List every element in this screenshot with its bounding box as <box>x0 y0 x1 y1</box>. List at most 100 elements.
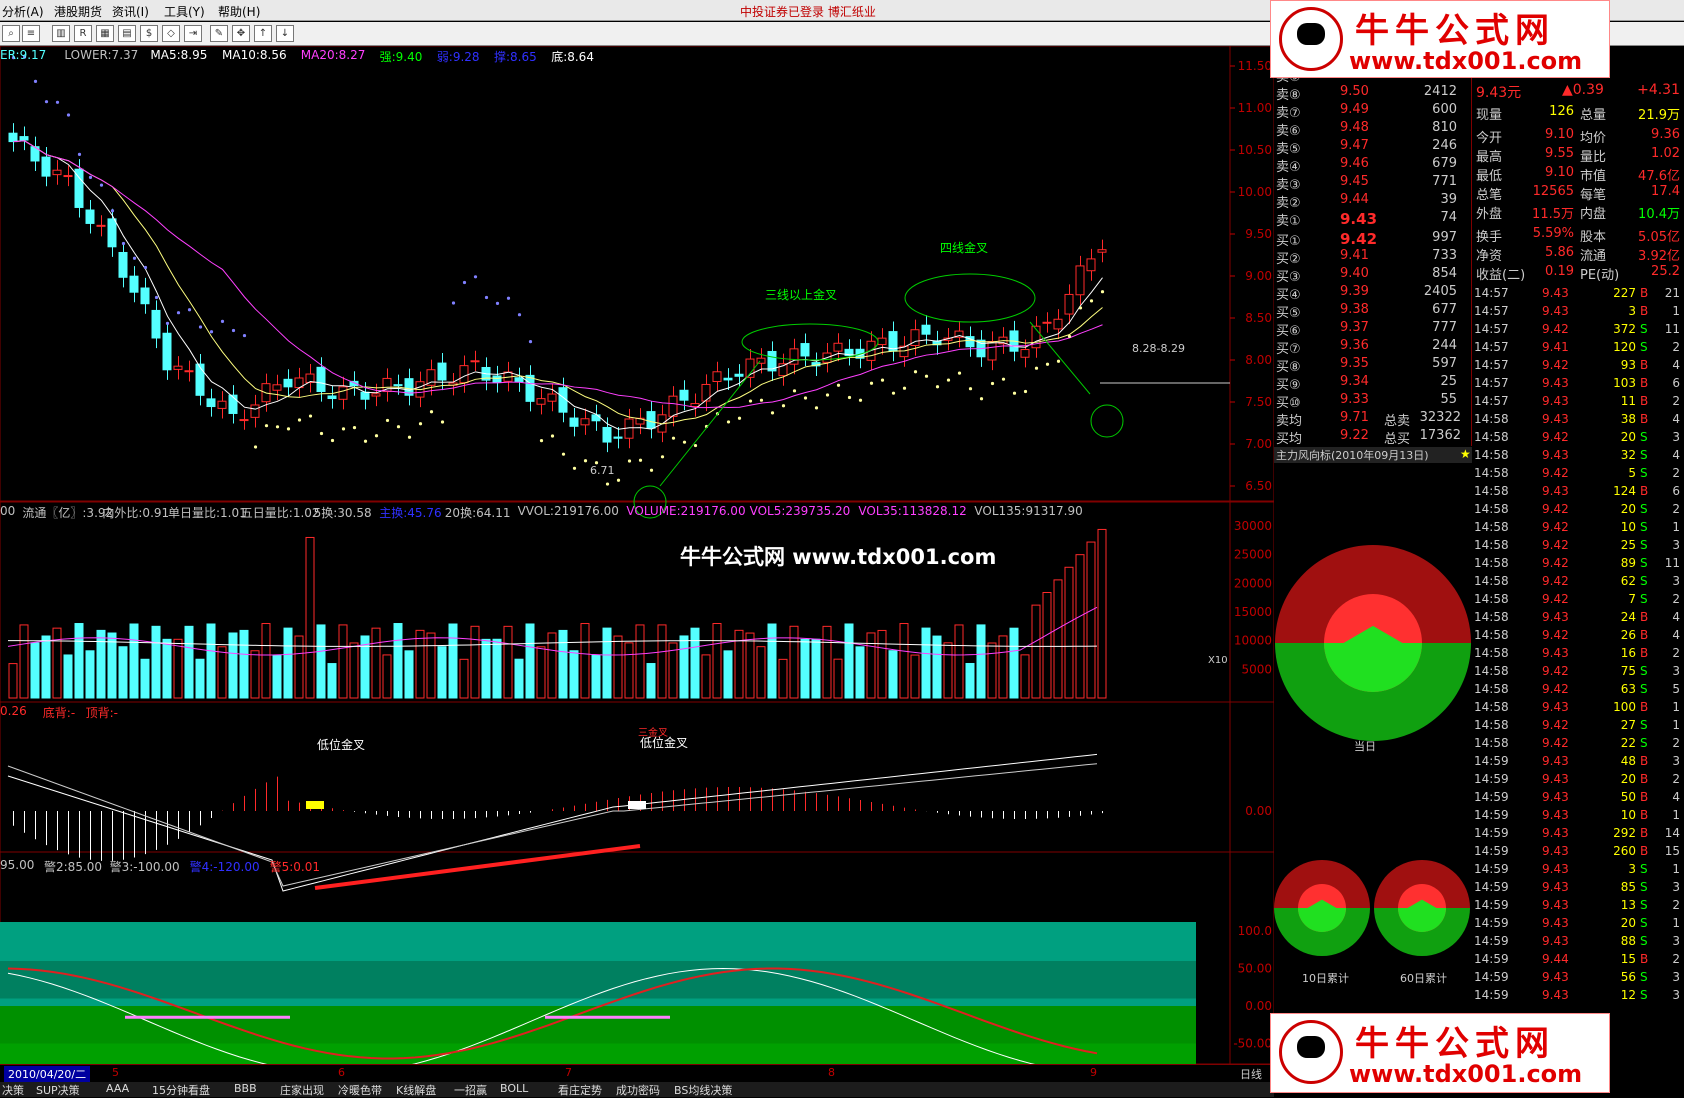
menu-tools[interactable]: 工具(Y) <box>164 3 205 20</box>
annotation-ellipse <box>904 273 1036 323</box>
volume-bar <box>184 625 194 699</box>
tick-price: 9.43 <box>1542 934 1569 948</box>
volume-bar <box>800 638 810 699</box>
arrow-down-icon[interactable]: ↓ <box>276 25 294 42</box>
indicator-value: 顶背:- <box>85 706 118 720</box>
tick-side: S <box>1640 340 1648 354</box>
search-icon[interactable]: ⌕ <box>2 25 20 42</box>
indicator-value: 95.00 <box>0 858 35 872</box>
tick-volume: 20 <box>1620 430 1636 444</box>
quote-key: 股本 <box>1580 230 1607 245</box>
formula-tab[interactable]: BS均线决策 <box>674 1082 732 1098</box>
candle-body <box>206 398 216 408</box>
formula-tab[interactable]: K线解盘 <box>396 1082 436 1098</box>
quote-value: 17.4 <box>1651 184 1680 199</box>
tick-time: 14:57 <box>1474 286 1509 300</box>
formula-tab[interactable]: BBB <box>234 1082 257 1095</box>
tick-side: B <box>1640 772 1649 786</box>
sar-dot <box>1045 362 1050 366</box>
tick-time: 14:59 <box>1474 862 1509 876</box>
f10-icon[interactable]: ≡ <box>22 25 40 42</box>
tick-side: S <box>1640 502 1648 516</box>
tick-time: 14:58 <box>1474 448 1509 462</box>
sar-dot <box>913 370 918 374</box>
tick-side: B <box>1640 700 1649 714</box>
formula-tab[interactable]: 15分钟看盘 <box>152 1082 210 1098</box>
pencil-icon[interactable]: ✎ <box>210 25 228 42</box>
star-icon[interactable]: ★ <box>1460 447 1471 461</box>
menu-hk-futures[interactable]: 港股期货 <box>54 3 102 20</box>
annotation-circle <box>1090 404 1124 438</box>
kline-icon[interactable]: ▥ <box>52 25 70 42</box>
tick-volume: 62 <box>1620 574 1636 588</box>
quote-key: 均价 <box>1580 131 1607 146</box>
quote-value: 21.9万 <box>1638 108 1680 123</box>
candle-body <box>591 414 601 422</box>
candle-body <box>668 395 678 417</box>
volume-bar <box>745 632 755 699</box>
tick-count: 2 <box>1672 394 1680 408</box>
volume-bar <box>613 635 623 699</box>
arrow-up-icon[interactable]: ↑ <box>254 25 272 42</box>
tick-time: 14:58 <box>1474 700 1509 714</box>
volume-axis-label: 30000 <box>1234 519 1272 533</box>
export-icon[interactable]: ⇥ <box>184 25 202 42</box>
quote-key: PE(动) <box>1580 268 1620 283</box>
sar-dot <box>858 398 863 402</box>
quote-value: 3.92亿 <box>1638 249 1680 264</box>
volume-bar <box>646 663 656 699</box>
tick-time: 14:57 <box>1474 376 1509 390</box>
quote-key: 市值 <box>1580 169 1607 184</box>
formula-tab[interactable]: 冷暖色带 <box>338 1082 382 1098</box>
avg-price: 9.71 <box>1340 410 1369 425</box>
volume-bar <box>272 654 282 699</box>
formula-tab[interactable]: 决策 <box>2 1082 24 1098</box>
volume-bar <box>789 625 799 699</box>
volume-bar <box>239 629 249 699</box>
sar-dot <box>506 296 511 300</box>
quote-value: 9.36 <box>1651 127 1680 142</box>
window-title: 中投证券已登录 博汇纸业 <box>740 5 876 19</box>
menu-info[interactable]: 资讯(I) <box>112 3 149 20</box>
formula-tab[interactable]: 一招赢 <box>454 1082 487 1098</box>
menu-help[interactable]: 帮助(H) <box>218 3 260 20</box>
formula-tab[interactable]: SUP决策 <box>36 1082 80 1098</box>
chart-canvas[interactable]: 11.50 11.00 10.50 10.00 9.50 9.00 8.50 8.00 7.50… <box>0 46 1274 1064</box>
tick-price: 9.44 <box>1542 952 1569 966</box>
formula-tab[interactable]: 成功密码 <box>616 1082 660 1098</box>
formula-tab[interactable]: 庄家出现 <box>280 1082 324 1098</box>
volume-bar <box>426 632 436 699</box>
ma10-line <box>13 140 1103 425</box>
sar-dot <box>561 452 566 456</box>
tick-volume: 5 <box>1628 466 1636 480</box>
candle-body <box>327 395 337 400</box>
rsi-icon[interactable]: R <box>74 25 92 42</box>
quote-key: 量比 <box>1580 150 1607 165</box>
ask-level-label: 卖⑤ <box>1276 142 1301 157</box>
sar-dot <box>902 386 907 390</box>
sar-dot <box>781 404 786 408</box>
ask-volume: 2412 <box>1423 84 1457 99</box>
period-label[interactable]: 日线 <box>1240 1066 1262 1082</box>
sar-dot <box>143 265 148 270</box>
tick-time: 14:57 <box>1474 322 1509 336</box>
table-icon[interactable]: ▤ <box>118 25 136 42</box>
grid-icon[interactable]: ▦ <box>96 25 114 42</box>
tick-side: B <box>1640 412 1649 426</box>
tick-volume: 15 <box>1620 952 1636 966</box>
volume-bar <box>855 646 865 699</box>
tag-icon[interactable]: ◇ <box>162 25 180 42</box>
menu-analysis[interactable]: 分析(A) <box>2 3 44 20</box>
sar-dot <box>847 395 852 400</box>
tick-list[interactable]: 14:57 9.43 227 B 21 14:57 9.43 3 B 1 14:57 9.42 372 S… <box>1472 286 1684 1056</box>
move-icon[interactable]: ✥ <box>232 25 250 42</box>
sar-dot <box>517 313 522 317</box>
formula-tab[interactable]: 看庄定势 <box>558 1082 602 1098</box>
dollar-icon[interactable]: $ <box>140 25 158 42</box>
candlesticks <box>8 123 1107 453</box>
formula-tab[interactable]: AAA <box>106 1082 129 1095</box>
sar-dot <box>660 455 665 459</box>
formula-tab[interactable]: BOLL <box>500 1082 528 1095</box>
indicator-value: LOWER:7.37 <box>64 48 139 62</box>
bid-level-label: 买② <box>1276 252 1301 267</box>
